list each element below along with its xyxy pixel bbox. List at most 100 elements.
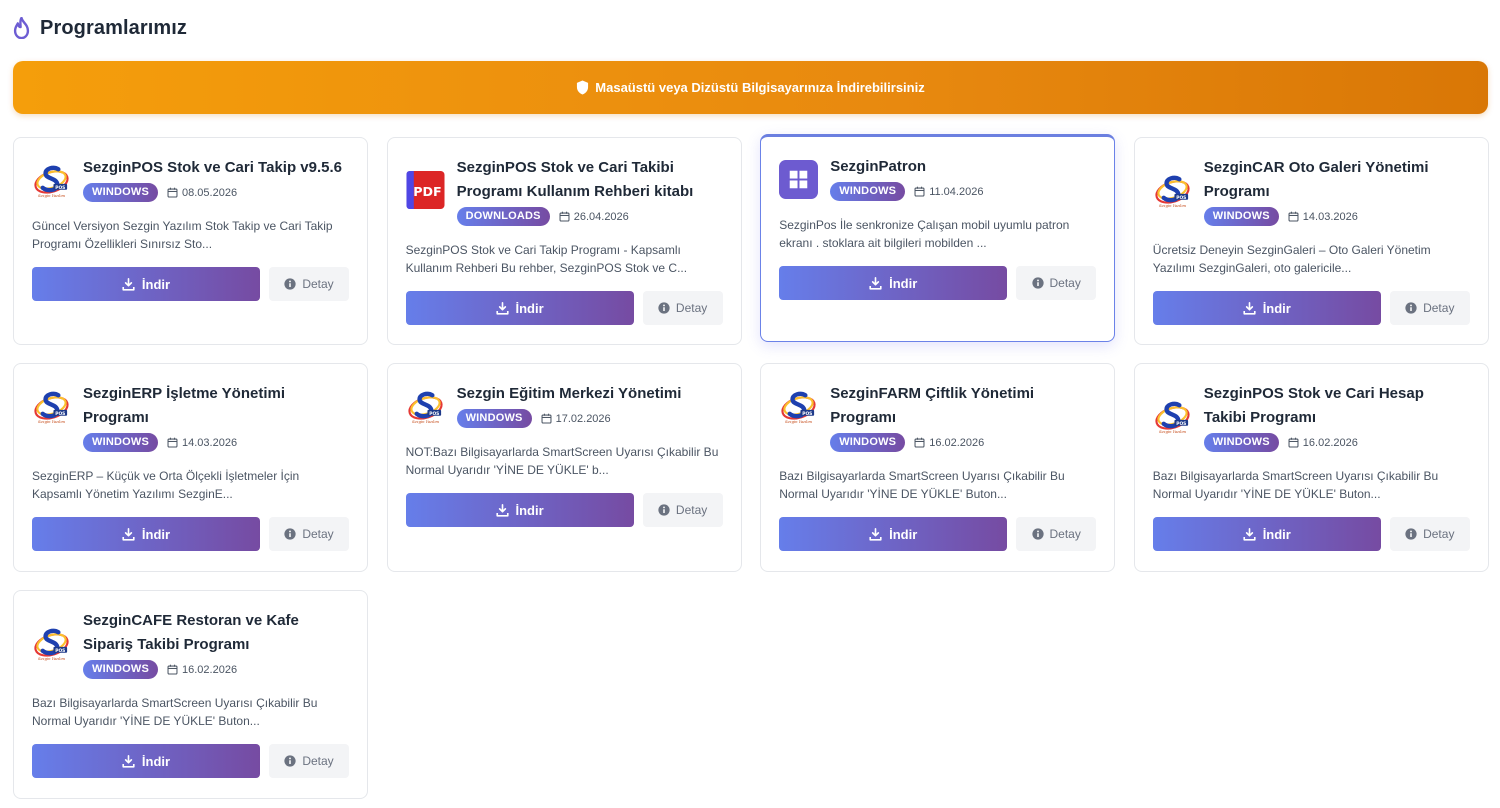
download-button[interactable]: İndir (32, 267, 260, 301)
download-info-banner: Masaüstü veya Dizüstü Bilgisayarınıza İn… (13, 61, 1488, 114)
program-title[interactable]: SezginFARM Çiftlik Yönetimi Programı (830, 382, 1096, 430)
download-button[interactable]: İndir (779, 517, 1008, 551)
program-title[interactable]: SezginPOS Stok ve Cari Takip v9.5.6 (83, 156, 342, 180)
download-button[interactable]: İndir (779, 266, 1008, 300)
program-card: SezginERP İşletme Yönetimi Programı WIND… (13, 363, 368, 572)
banner-text: Masaüstü veya Dizüstü Bilgisayarınıza İn… (595, 80, 925, 95)
release-date: 17.02.2026 (541, 413, 611, 425)
program-title[interactable]: SezginERP İşletme Yönetimi Programı (83, 382, 349, 430)
fire-icon (13, 17, 30, 39)
info-icon (284, 278, 296, 290)
program-description: Bazı Bilgisayarlarda SmartScreen Uyarısı… (32, 696, 318, 728)
platform-badge: WINDOWS (83, 660, 159, 679)
sezgin-pos-logo-icon (1153, 396, 1192, 436)
detail-button[interactable]: Detay (1016, 517, 1097, 551)
platform-badge: WINDOWS (83, 183, 159, 202)
calendar-icon (1288, 437, 1299, 448)
info-icon (284, 528, 296, 540)
windows-icon (779, 159, 819, 199)
info-icon (1405, 528, 1417, 540)
calendar-icon (914, 437, 925, 448)
shield-icon (577, 80, 589, 95)
calendar-icon (167, 437, 178, 448)
download-button[interactable]: İndir (1152, 517, 1381, 551)
download-icon (122, 278, 135, 291)
release-date: 16.02.2026 (1288, 437, 1358, 449)
program-title[interactable]: Sezgin Eğitim Merkezi Yönetimi (457, 382, 682, 406)
sezgin-erp-logo-icon (32, 386, 71, 426)
detail-button[interactable]: Detay (269, 517, 349, 551)
program-description: Güncel Versiyon Sezgin Yazılım Stok Taki… (32, 219, 333, 251)
release-date: 08.05.2026 (167, 187, 237, 199)
program-description: NOT:Bazı Bilgisayarlarda SmartScreen Uya… (405, 445, 719, 477)
download-button[interactable]: İndir (32, 744, 260, 778)
platform-badge: WINDOWS (1203, 207, 1279, 226)
sezgin-farm-logo-icon (779, 386, 818, 426)
download-icon (869, 528, 882, 541)
detail-button[interactable]: Detay (1016, 266, 1097, 300)
release-date: 16.02.2026 (914, 437, 984, 449)
program-card: SezginFARM Çiftlik Yönetimi Programı WIN… (760, 363, 1116, 572)
pdf-icon: PDF (406, 170, 445, 210)
detail-button[interactable]: Detay (642, 493, 723, 527)
download-button[interactable]: İndir (405, 493, 634, 527)
program-description: Bazı Bilgisayarlarda SmartScreen Uyarısı… (1152, 469, 1439, 501)
page-header: Programlarımız (12, 14, 187, 42)
download-button[interactable]: İndir (405, 291, 634, 325)
download-icon (1243, 528, 1256, 541)
info-icon (658, 302, 670, 314)
calendar-icon (167, 187, 178, 198)
page-title: Programlarımız (40, 16, 188, 39)
download-icon (122, 755, 135, 768)
program-card: SezginCAFE Restoran ve Kafe Sipariş Taki… (13, 590, 368, 799)
program-grid: SezginPOS Stok ve Cari Takip v9.5.6 WIND… (13, 134, 1489, 799)
sezgin-pos-logo-icon (32, 160, 71, 200)
program-card: Sezgin Eğitim Merkezi Yönetimi WINDOWS 1… (386, 363, 742, 572)
svg-text:PDF: PDF (413, 184, 441, 199)
program-title[interactable]: SezginPOS Stok ve Cari Takibi Programı K… (457, 156, 723, 204)
release-date: 11.04.2026 (914, 186, 983, 198)
detail-button[interactable]: Detay (1389, 291, 1470, 325)
program-description: SezginPos İle senkronize Çalışan mobil u… (779, 218, 1070, 250)
platform-badge: DOWNLOADS (456, 207, 550, 226)
platform-badge: WINDOWS (83, 433, 159, 452)
detail-button[interactable]: Detay (1389, 517, 1470, 551)
program-title[interactable]: SezginCAR Oto Galeri Yönetimi Programı (1204, 156, 1470, 204)
program-description: SezginPOS Stok ve Cari Takip Programı - … (405, 243, 688, 275)
program-card: PDF SezginPOS Stok ve Cari Takibi Progra… (386, 137, 742, 345)
sezgin-cafe-logo-icon (32, 623, 71, 663)
download-icon (1243, 302, 1256, 315)
detail-button[interactable]: Detay (269, 267, 349, 301)
info-icon (658, 504, 670, 516)
download-button[interactable]: İndir (32, 517, 260, 551)
platform-badge: WINDOWS (830, 182, 906, 201)
program-description: Ücretsiz Deneyin SezginGaleri – Oto Gale… (1152, 243, 1431, 275)
calendar-icon (167, 664, 178, 675)
platform-badge: WINDOWS (830, 433, 906, 452)
download-button[interactable]: İndir (1152, 291, 1381, 325)
info-icon (284, 755, 296, 767)
platform-badge: WINDOWS (456, 409, 532, 428)
program-description: SezginERP – Küçük ve Orta Ölçekli İşletm… (32, 469, 300, 501)
program-description: Bazı Bilgisayarlarda SmartScreen Uyarısı… (779, 469, 1065, 501)
calendar-icon (914, 186, 925, 197)
program-card: SezginCAR Oto Galeri Yönetimi Programı W… (1133, 137, 1489, 345)
program-title[interactable]: SezginPatron (830, 155, 983, 179)
download-icon (869, 277, 882, 290)
program-card: SezginPatron WINDOWS 11.04.2026 SezginPo… (760, 134, 1116, 342)
download-icon (122, 528, 135, 541)
release-date: 26.04.2026 (559, 211, 629, 223)
info-icon (1032, 528, 1044, 540)
program-card: SezginPOS Stok ve Cari Takip v9.5.6 WIND… (13, 137, 368, 345)
calendar-icon (1288, 211, 1299, 222)
program-card: SezginPOS Stok ve Cari Hesap Takibi Prog… (1133, 363, 1489, 572)
sezgin-egitim-logo-icon (406, 386, 445, 426)
release-date: 14.03.2026 (1288, 211, 1358, 223)
calendar-icon (559, 211, 570, 222)
program-title[interactable]: SezginCAFE Restoran ve Kafe Sipariş Taki… (83, 609, 349, 657)
detail-button[interactable]: Detay (269, 744, 349, 778)
download-icon (496, 302, 509, 315)
detail-button[interactable]: Detay (642, 291, 723, 325)
platform-badge: WINDOWS (1203, 433, 1279, 452)
program-title[interactable]: SezginPOS Stok ve Cari Hesap Takibi Prog… (1204, 382, 1470, 430)
